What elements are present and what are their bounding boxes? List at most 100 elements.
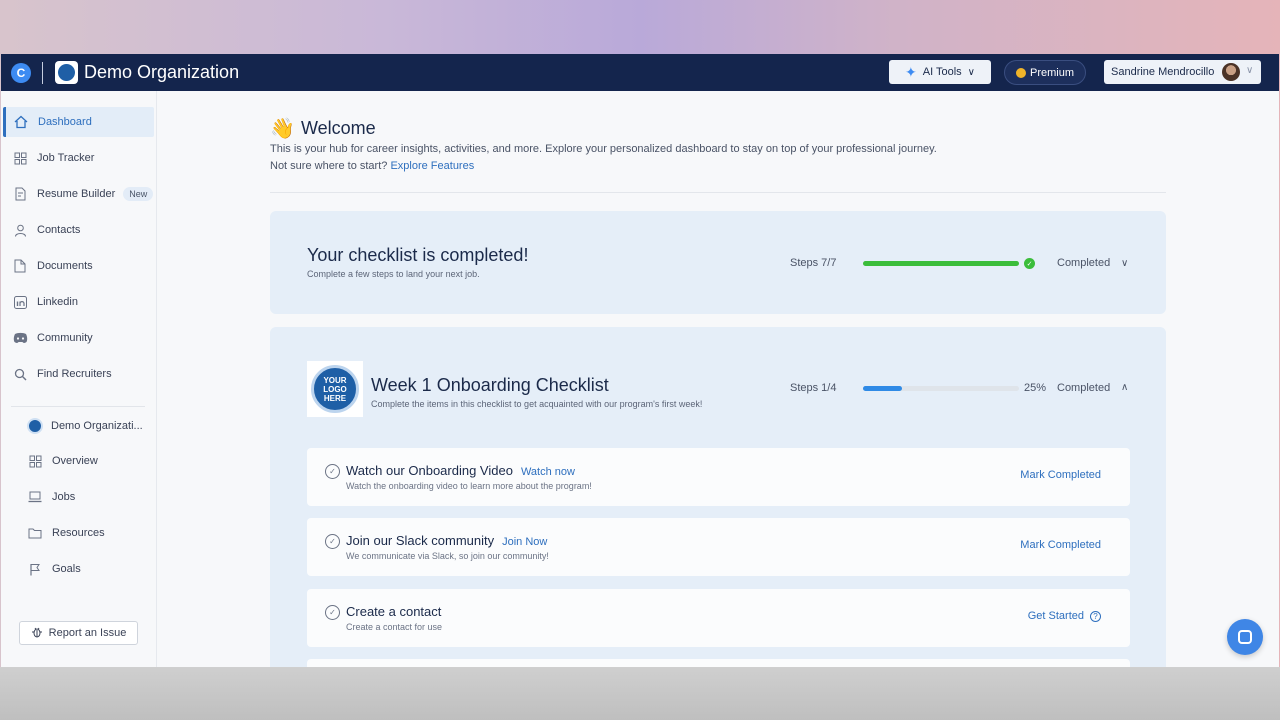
ai-tools-button[interactable]: ✦ AI Tools ∨ bbox=[889, 60, 991, 84]
folder-icon bbox=[27, 525, 43, 541]
app-window: C Demo Organization ✦ AI Tools ∨ Premium… bbox=[1, 54, 1279, 667]
sidebar-item-label: Goals bbox=[52, 563, 81, 575]
chevron-up-icon[interactable]: ∧ bbox=[1121, 382, 1128, 393]
checklist-summary-title: Your checklist is completed! bbox=[307, 245, 529, 265]
sparkle-icon: ✦ bbox=[905, 63, 917, 80]
welcome-prompt: Not sure where to start? Explore Feature… bbox=[270, 160, 474, 172]
sidebar-item-overview[interactable]: Overview bbox=[19, 446, 154, 476]
get-started-button[interactable]: Get Started ? bbox=[1028, 610, 1101, 622]
chat-support-button[interactable] bbox=[1227, 619, 1263, 655]
sidebar-item-label: Demo Organizati... bbox=[51, 420, 143, 432]
sidebar-item-goals[interactable]: Goals bbox=[19, 554, 154, 584]
task-title-text: Create a contact bbox=[346, 604, 442, 619]
flag-icon bbox=[27, 561, 43, 577]
premium-label: Premium bbox=[1029, 66, 1074, 79]
home-icon bbox=[13, 114, 29, 130]
ai-tools-label: AI Tools bbox=[922, 66, 962, 78]
checklist-summary-card: Your checklist is completed! Complete a … bbox=[270, 211, 1166, 314]
user-menu-button[interactable]: Sandrine Mendrocillo ∨ bbox=[1104, 60, 1261, 84]
help-icon: ? bbox=[1090, 610, 1101, 622]
sidebar-item-label: Resume Builder bbox=[37, 188, 116, 200]
task-title: Watch our Onboarding Video Watch now bbox=[346, 463, 575, 478]
logo-text: YOUR LOGO HERE bbox=[323, 375, 347, 403]
mark-completed-button[interactable]: Mark Completed bbox=[1020, 469, 1101, 481]
sidebar-item-resume-builder[interactable]: Resume Builder New bbox=[3, 179, 154, 209]
join-now-link[interactable]: Join Now bbox=[502, 536, 547, 548]
org-name: Demo Organization bbox=[84, 62, 240, 82]
week1-subtitle: Complete the items in this checklist to … bbox=[371, 399, 703, 409]
check-icon: ✓ bbox=[1024, 258, 1035, 269]
sidebar-item-label: Contacts bbox=[37, 224, 81, 236]
task-action-label: Mark Completed bbox=[1020, 539, 1101, 551]
sidebar-item-demo-organization[interactable]: Demo Organizati... bbox=[19, 411, 154, 441]
sidebar-item-label: Linkedin bbox=[37, 296, 78, 308]
task-title-text: Join our Slack community bbox=[346, 533, 495, 548]
week1-title: Week 1 Onboarding Checklist bbox=[371, 375, 609, 395]
progress-bar-fill bbox=[863, 386, 902, 391]
sidebar-item-resources[interactable]: Resources bbox=[19, 518, 154, 548]
avatar bbox=[1222, 63, 1240, 81]
sidebar-item-find-recruiters[interactable]: Find Recruiters bbox=[3, 359, 154, 389]
premium-button[interactable]: Premium bbox=[1004, 60, 1086, 85]
task-description: Watch the onboarding video to learn more… bbox=[346, 481, 592, 491]
chevron-down-icon: ∨ bbox=[967, 66, 975, 78]
program-logo: YOUR LOGO HERE bbox=[307, 361, 363, 417]
task-item: ✓ Join our Slack community Join Now We co… bbox=[307, 518, 1130, 576]
brand-logo[interactable]: C bbox=[11, 63, 31, 83]
new-badge: New bbox=[123, 187, 154, 201]
sidebar-item-label: Find Recruiters bbox=[37, 368, 112, 380]
chevron-down-icon: ∨ bbox=[1246, 65, 1254, 76]
sidebar-item-dashboard[interactable]: Dashboard bbox=[3, 107, 154, 137]
background-band bbox=[0, 667, 1280, 720]
premium-coin-icon bbox=[1015, 67, 1026, 78]
welcome-prompt-text: Not sure where to start? bbox=[270, 160, 388, 172]
sidebar-item-label: Community bbox=[37, 332, 93, 344]
sidebar-item-documents[interactable]: Documents bbox=[3, 251, 154, 281]
explore-features-link[interactable]: Explore Features bbox=[390, 160, 474, 172]
linkedin-icon bbox=[12, 294, 28, 310]
sidebar-item-linkedin[interactable]: Linkedin bbox=[3, 287, 154, 317]
progress-bar-fill bbox=[863, 261, 1019, 266]
sidebar-item-label: Jobs bbox=[52, 491, 76, 503]
report-issue-button[interactable]: Report an Issue bbox=[19, 621, 138, 645]
task-action-label: Get Started bbox=[1027, 610, 1084, 622]
sidebar-item-label: Documents bbox=[37, 260, 93, 272]
logo-placeholder: YOUR LOGO HERE bbox=[311, 365, 359, 413]
week1-checklist-card: YOUR LOGO HERE Week 1 Onboarding Checkli… bbox=[270, 327, 1166, 667]
progress-bar bbox=[863, 386, 1019, 391]
checklist-summary-subtitle: Complete a few steps to land your next j… bbox=[307, 269, 480, 279]
progress-bar bbox=[863, 261, 1019, 266]
brand-divider bbox=[42, 62, 43, 84]
sidebar-item-label: Dashboard bbox=[38, 116, 92, 128]
sidebar-item-contacts[interactable]: Contacts bbox=[3, 215, 154, 245]
chat-icon bbox=[1238, 630, 1252, 644]
task-item: ✓ Watch our Onboarding Video Watch now Wa… bbox=[307, 448, 1130, 506]
chevron-down-icon[interactable]: ∨ bbox=[1121, 258, 1128, 269]
sidebar-item-label: Overview bbox=[52, 455, 98, 467]
task-title: Create a contact bbox=[346, 604, 441, 619]
watch-now-link[interactable]: Watch now bbox=[521, 466, 575, 478]
sidebar-item-community[interactable]: Community bbox=[3, 323, 154, 353]
check-circle-icon[interactable]: ✓ bbox=[325, 605, 340, 620]
task-title: Join our Slack community Join Now bbox=[346, 533, 547, 548]
check-circle-icon[interactable]: ✓ bbox=[325, 534, 340, 549]
document-icon bbox=[12, 258, 28, 274]
sidebar-item-jobs[interactable]: Jobs bbox=[19, 482, 154, 512]
main-content: 👋 Welcome This is your hub for career in… bbox=[158, 91, 1279, 667]
task-title-text: Watch our Onboarding Video bbox=[346, 463, 513, 478]
task-item bbox=[307, 659, 1130, 667]
task-description: Create a contact for use bbox=[346, 622, 443, 632]
status-label: Completed bbox=[1057, 382, 1111, 394]
user-name: Sandrine Mendrocillo bbox=[1111, 66, 1215, 78]
mark-completed-button[interactable]: Mark Completed bbox=[1020, 539, 1101, 551]
org-logo-icon bbox=[55, 61, 78, 84]
bug-icon bbox=[31, 626, 43, 641]
discord-icon bbox=[12, 330, 28, 346]
grid-icon bbox=[27, 453, 43, 469]
page-title: Welcome bbox=[301, 118, 376, 138]
resume-icon bbox=[12, 186, 28, 202]
grid-icon bbox=[12, 150, 28, 166]
status-label: Completed bbox=[1057, 257, 1111, 269]
check-circle-icon[interactable]: ✓ bbox=[325, 464, 340, 479]
sidebar-item-job-tracker[interactable]: Job Tracker bbox=[3, 143, 154, 173]
